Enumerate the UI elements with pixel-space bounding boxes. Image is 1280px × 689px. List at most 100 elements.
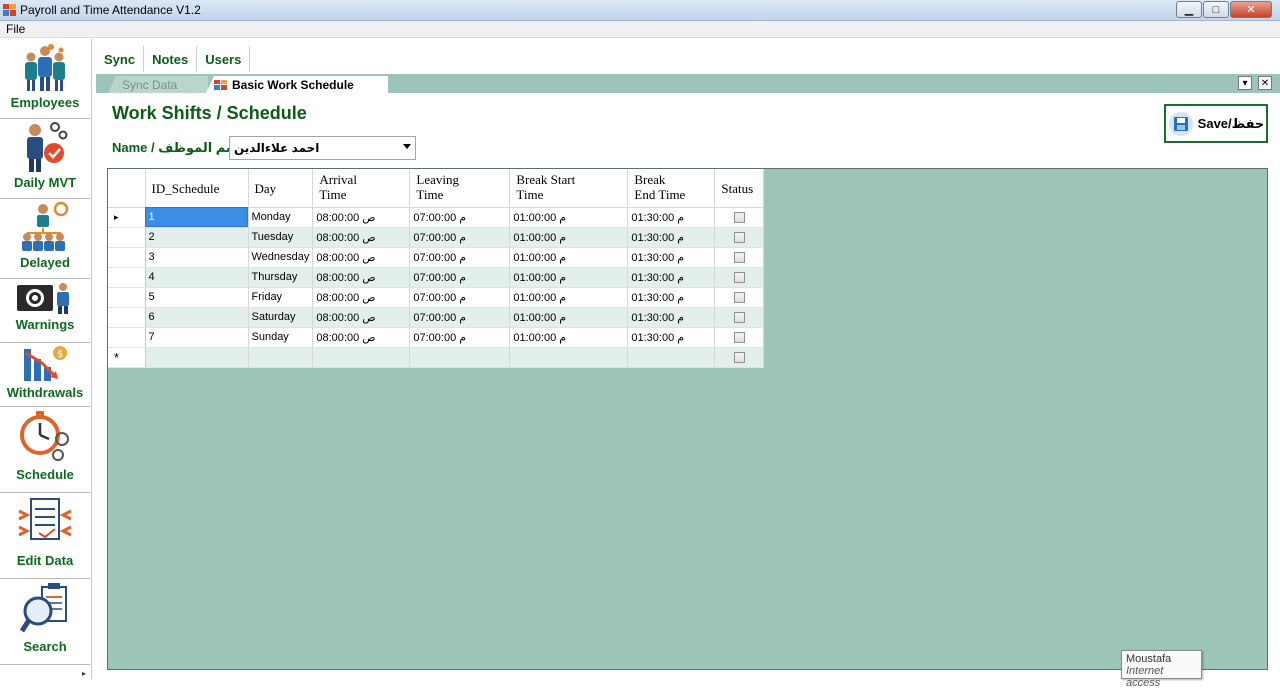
- sidebar-item-warnings[interactable]: Warnings: [0, 281, 90, 343]
- cell-id[interactable]: 6: [145, 307, 249, 328]
- sidebar-item-employees[interactable]: Employees: [0, 43, 90, 119]
- cell-arrival[interactable]: 08:00:00 ص: [312, 247, 411, 268]
- cell-id[interactable]: 1: [145, 207, 249, 228]
- cell-leaving[interactable]: 07:00:00 م: [409, 327, 511, 348]
- table-row[interactable]: 7 Sunday 08:00:00 ص 07:00:00 م 01:00:00 …: [108, 327, 765, 348]
- cell-break-start[interactable]: 01:00:00 م: [509, 307, 629, 328]
- status-checkbox[interactable]: [733, 231, 745, 243]
- cell-status[interactable]: [714, 307, 765, 328]
- save-button[interactable]: Save/حفظ: [1164, 104, 1268, 143]
- column-header-status[interactable]: Status: [714, 169, 765, 208]
- cell-break-end[interactable]: 01:30:00 م: [627, 327, 716, 348]
- sidebar-item-edit-data[interactable]: Edit Data: [0, 495, 90, 579]
- cell-id[interactable]: 5: [145, 287, 249, 308]
- cell-break-end[interactable]: 01:30:00 م: [627, 267, 716, 288]
- tab-list-dropdown-icon[interactable]: ▾: [1238, 76, 1252, 90]
- column-header-break-end[interactable]: Break End Time: [627, 169, 716, 208]
- status-checkbox[interactable]: [733, 271, 745, 283]
- row-header[interactable]: [108, 307, 146, 328]
- cell-id[interactable]: 2: [145, 227, 249, 248]
- cell-arrival[interactable]: 08:00:00 ص: [312, 267, 411, 288]
- cell-leaving[interactable]: 07:00:00 م: [409, 227, 511, 248]
- tab-sync[interactable]: Sync: [96, 46, 145, 72]
- status-checkbox[interactable]: [733, 351, 745, 363]
- employee-select[interactable]: احمد علاءالدين: [229, 136, 416, 160]
- column-header-id[interactable]: ID_Schedule: [145, 169, 249, 208]
- cell-day[interactable]: Saturday: [248, 307, 314, 328]
- cell-break-end[interactable]: 01:30:00 م: [627, 227, 716, 248]
- cell-leaving[interactable]: 07:00:00 م: [409, 287, 511, 308]
- tab-users[interactable]: Users: [197, 46, 251, 72]
- current-row-marker[interactable]: ▸: [108, 207, 146, 228]
- cell-leaving[interactable]: 07:00:00 م: [409, 267, 511, 288]
- cell-leaving[interactable]: 07:00:00 م: [409, 307, 511, 328]
- table-row[interactable]: ▸ 1 Monday 08:00:00 ص 07:00:00 م 01:00:0…: [108, 207, 765, 228]
- cell-status[interactable]: [714, 227, 765, 248]
- cell-id[interactable]: [145, 347, 249, 368]
- cell-arrival[interactable]: 08:00:00 ص: [312, 207, 411, 228]
- column-header-arrival[interactable]: Arrival Time: [312, 169, 411, 208]
- cell-day[interactable]: Monday: [248, 207, 314, 228]
- table-row[interactable]: 2 Tuesday 08:00:00 ص 07:00:00 م 01:00:00…: [108, 227, 765, 248]
- table-row[interactable]: 5 Friday 08:00:00 ص 07:00:00 م 01:00:00 …: [108, 287, 765, 308]
- cell-leaving[interactable]: [409, 347, 511, 368]
- row-header[interactable]: [108, 287, 146, 308]
- cell-day[interactable]: [248, 347, 314, 368]
- row-header[interactable]: [108, 247, 146, 268]
- cell-id[interactable]: 3: [145, 247, 249, 268]
- cell-status[interactable]: [714, 207, 765, 228]
- new-row-marker[interactable]: *: [108, 347, 146, 368]
- cell-day[interactable]: Thursday: [248, 267, 314, 288]
- cell-status[interactable]: [714, 347, 765, 368]
- sidebar-item-search[interactable]: Search: [0, 581, 90, 665]
- tab-close-icon[interactable]: ✕: [1258, 76, 1272, 90]
- column-header-day[interactable]: Day: [248, 169, 314, 208]
- status-checkbox[interactable]: [733, 331, 745, 343]
- cell-break-start[interactable]: 01:00:00 م: [509, 267, 629, 288]
- status-checkbox[interactable]: [733, 251, 745, 263]
- cell-status[interactable]: [714, 267, 765, 288]
- cell-break-start[interactable]: 01:00:00 م: [509, 247, 629, 268]
- sidebar-item-withdrawals[interactable]: $ Withdrawals: [0, 345, 90, 407]
- doctab-basic-work-schedule[interactable]: Basic Work Schedule Time: [206, 76, 388, 93]
- minimize-button[interactable]: ▁: [1176, 1, 1202, 18]
- chevron-down-icon[interactable]: [403, 144, 411, 149]
- cell-break-end[interactable]: [627, 347, 716, 368]
- row-header[interactable]: [108, 327, 146, 348]
- cell-id[interactable]: 4: [145, 267, 249, 288]
- menu-file[interactable]: File: [6, 22, 25, 36]
- doctab-sync-data[interactable]: Sync Data: [108, 76, 208, 93]
- maximize-button[interactable]: □: [1203, 1, 1229, 18]
- cell-leaving[interactable]: 07:00:00 م: [409, 247, 511, 268]
- cell-status[interactable]: [714, 287, 765, 308]
- table-row[interactable]: 3 Wednesday 08:00:00 ص 07:00:00 م 01:00:…: [108, 247, 765, 268]
- column-header-leaving[interactable]: Leaving Time: [409, 169, 511, 208]
- cell-status[interactable]: [714, 327, 765, 348]
- tab-notes[interactable]: Notes: [144, 46, 198, 72]
- cell-arrival[interactable]: 08:00:00 ص: [312, 227, 411, 248]
- cell-break-end[interactable]: 01:30:00 م: [627, 247, 716, 268]
- table-row[interactable]: 4 Thursday 08:00:00 ص 07:00:00 م 01:00:0…: [108, 267, 765, 288]
- sidebar-scroll-arrow[interactable]: ▸: [82, 669, 92, 679]
- cell-status[interactable]: [714, 247, 765, 268]
- cell-id[interactable]: 7: [145, 327, 249, 348]
- new-row[interactable]: *: [108, 347, 765, 368]
- close-window-button[interactable]: ✕: [1230, 1, 1272, 18]
- cell-break-start[interactable]: [509, 347, 629, 368]
- status-checkbox[interactable]: [733, 291, 745, 303]
- cell-break-start[interactable]: 01:00:00 م: [509, 287, 629, 308]
- row-header[interactable]: [108, 227, 146, 248]
- row-header[interactable]: [108, 267, 146, 288]
- table-row[interactable]: 6 Saturday 08:00:00 ص 07:00:00 م 01:00:0…: [108, 307, 765, 328]
- column-header-break-start[interactable]: Break Start Time: [509, 169, 629, 208]
- cell-day[interactable]: Friday: [248, 287, 314, 308]
- cell-arrival[interactable]: [312, 347, 411, 368]
- cell-break-end[interactable]: 01:30:00 م: [627, 207, 716, 228]
- cell-arrival[interactable]: 08:00:00 ص: [312, 307, 411, 328]
- cell-break-start[interactable]: 01:00:00 م: [509, 207, 629, 228]
- cell-break-end[interactable]: 01:30:00 م: [627, 287, 716, 308]
- sidebar-item-daily-mvt[interactable]: Daily MVT: [0, 121, 90, 199]
- cell-break-end[interactable]: 01:30:00 م: [627, 307, 716, 328]
- cell-break-start[interactable]: 01:00:00 م: [509, 327, 629, 348]
- cell-day[interactable]: Wednesday: [248, 247, 314, 268]
